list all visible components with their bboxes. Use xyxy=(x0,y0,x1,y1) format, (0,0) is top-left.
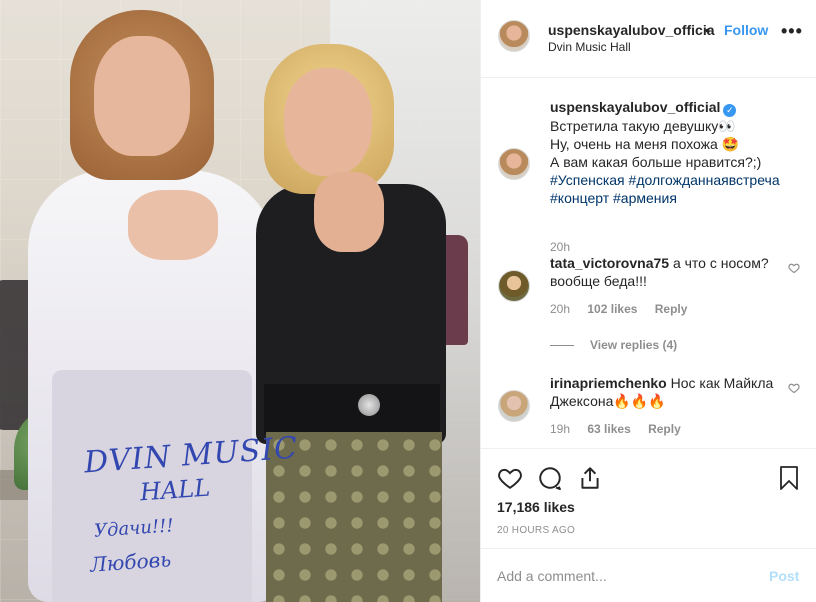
belt-brooch xyxy=(358,394,380,416)
heart-icon[interactable] xyxy=(497,465,523,494)
black-belt xyxy=(264,384,440,434)
caption-time: 20h xyxy=(550,240,571,254)
more-horizontal-icon[interactable]: ••• xyxy=(781,22,803,40)
hashtag-link[interactable]: #армения xyxy=(613,190,677,206)
post-header: uspenskayalubov_officia • Follow Dvin Mu… xyxy=(481,0,816,78)
comment-time: 20h xyxy=(550,302,571,316)
comment-meta: 19h 63 likes Reply xyxy=(550,422,695,436)
comment-icon[interactable] xyxy=(537,465,563,494)
post-actions: 17,186 likes 20 HOURS AGO xyxy=(481,448,816,554)
reply-button[interactable]: Reply xyxy=(655,302,688,316)
caption-username[interactable]: uspenskayalubov_official xyxy=(550,99,720,115)
hashtag-link[interactable]: #долгожданнаявстреча xyxy=(629,172,780,188)
post-timestamp: 20 HOURS AGO xyxy=(497,525,576,536)
autograph-line: HALL xyxy=(139,473,212,507)
cutout-face xyxy=(94,36,190,156)
autograph-line: Удачи!!! xyxy=(93,515,175,542)
like-comment-heart-icon[interactable] xyxy=(788,381,800,397)
author-username[interactable]: uspenskayalubov_officia xyxy=(548,22,715,38)
comment-time: 19h xyxy=(550,422,571,436)
woman-hands xyxy=(314,172,384,252)
post-comment-button[interactable]: Post xyxy=(769,568,799,584)
view-replies-button[interactable]: View replies (4) xyxy=(550,338,677,352)
caption-line: Ну, очень на меня похожа 🤩 xyxy=(550,136,740,152)
caption-line: Встретила такую девушку👀 xyxy=(550,118,736,134)
view-replies-label: View replies (4) xyxy=(590,338,678,352)
separator-dot: • xyxy=(705,22,710,38)
comments-section[interactable]: uspenskayalubov_official ✓ Встретила таку… xyxy=(481,78,816,448)
comment-text: tata_victorovna75 а что с носом? вообще … xyxy=(550,254,780,290)
author-avatar[interactable] xyxy=(498,20,530,52)
commenter-username[interactable]: irinapriemchenko xyxy=(550,375,667,391)
comment-likes[interactable]: 102 likes xyxy=(587,302,637,316)
replies-divider xyxy=(550,345,574,347)
comment-input[interactable] xyxy=(497,563,747,589)
commenter-avatar[interactable] xyxy=(498,390,530,422)
post-side-panel: uspenskayalubov_officia • Follow Dvin Mu… xyxy=(480,0,816,602)
cutout-hands xyxy=(128,190,218,260)
autograph-line: Любовь xyxy=(89,547,172,577)
comment-likes[interactable]: 63 likes xyxy=(587,422,630,436)
like-comment-heart-icon[interactable] xyxy=(788,261,800,277)
reply-button[interactable]: Reply xyxy=(648,422,681,436)
author-avatar[interactable] xyxy=(498,148,530,180)
commenter-username[interactable]: tata_victorovna75 xyxy=(550,255,669,271)
woman-face xyxy=(284,68,372,176)
post-photo[interactable]: DVIN MUSIC HALL Удачи!!! Любовь xyxy=(0,0,480,602)
post-location[interactable]: Dvin Music Hall xyxy=(548,40,631,54)
bookmark-icon[interactable] xyxy=(777,465,801,494)
caption-line: А вам какая больше нравится?;) xyxy=(550,154,762,170)
share-icon[interactable] xyxy=(577,465,603,494)
follow-button[interactable]: Follow xyxy=(724,22,768,38)
likes-count[interactable]: 17,186 likes xyxy=(497,499,575,515)
commenter-avatar[interactable] xyxy=(498,270,530,302)
woman-posing xyxy=(256,44,446,602)
hashtag-link[interactable]: #Успенская xyxy=(550,172,625,188)
add-comment-bar: Post xyxy=(481,548,816,602)
verified-badge-icon: ✓ xyxy=(723,104,737,117)
autograph-line: DVIN MUSIC xyxy=(83,430,300,481)
caption-text: uspenskayalubov_official ✓ Встретила таку… xyxy=(550,98,810,207)
hashtag-link[interactable]: #концерт xyxy=(550,190,609,206)
comment-text: irinapriemchenko Нос как Майкла Джексона… xyxy=(550,374,780,410)
comment-meta: 20h 102 likes Reply xyxy=(550,302,701,316)
autograph: DVIN MUSIC HALL Удачи!!! Любовь xyxy=(80,420,299,602)
